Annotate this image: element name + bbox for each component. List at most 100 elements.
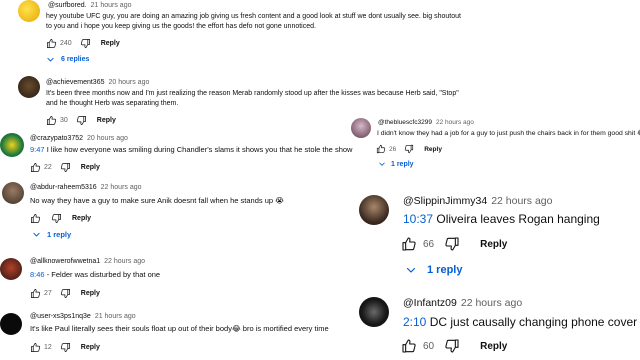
emoji: 😂 — [231, 324, 241, 333]
like-count: 12 — [44, 344, 52, 351]
avatar[interactable] — [359, 195, 389, 225]
comment-time[interactable]: 20 hours ago — [108, 79, 149, 86]
like-icon[interactable] — [30, 213, 41, 224]
chevron-down-icon — [378, 160, 386, 168]
like-icon[interactable] — [30, 342, 41, 353]
like-icon[interactable] — [30, 162, 41, 173]
like-icon[interactable] — [401, 338, 417, 354]
dislike-icon[interactable] — [80, 38, 91, 49]
comment-time[interactable]: 22 hours ago — [104, 258, 145, 265]
comment-text: I didn't know they had a job for a guy t… — [377, 129, 640, 139]
comment-time[interactable]: 21 hours ago — [95, 313, 136, 320]
dislike-icon[interactable] — [444, 338, 460, 354]
comment-meta: @thebluescfc3299 22 hours ago — [378, 119, 474, 126]
comment-actions: 22 Reply — [30, 162, 100, 173]
avatar[interactable] — [18, 76, 40, 98]
view-replies-button[interactable]: 6 replies — [46, 55, 89, 64]
avatar[interactable] — [2, 182, 24, 204]
dislike-icon[interactable] — [51, 213, 62, 224]
avatar[interactable] — [18, 0, 40, 22]
like-count: 240 — [60, 40, 72, 47]
comment-time[interactable]: 22 hours ago — [491, 195, 552, 207]
chevron-down-icon — [405, 264, 417, 276]
like-icon[interactable] — [46, 115, 57, 126]
comment-author[interactable]: @allknowerofwwetna1 — [30, 258, 100, 265]
comment-actions: Reply — [30, 213, 91, 224]
comment-time[interactable]: 22 hours ago — [461, 297, 522, 309]
comment-text: 2:10 DC just causally changing phone cov… — [403, 314, 640, 331]
avatar[interactable] — [0, 258, 22, 280]
comment-text-body: It's like Paul literally sees their soul… — [30, 324, 232, 333]
avatar[interactable] — [351, 118, 371, 138]
comment-text: It's been three months now and I'm just … — [46, 89, 636, 109]
like-icon[interactable] — [401, 236, 417, 252]
comment-author[interactable]: @Infantz09 — [403, 297, 457, 309]
like-icon[interactable] — [376, 144, 386, 154]
view-replies-button[interactable]: 1 reply — [405, 264, 462, 276]
reply-button[interactable]: Reply — [97, 117, 116, 124]
reply-button[interactable]: Reply — [101, 40, 120, 47]
comment-actions: 66 Reply — [401, 236, 507, 252]
reply-button[interactable]: Reply — [480, 341, 507, 352]
comment-actions: 30 Reply — [46, 115, 116, 126]
replies-label: 6 replies — [61, 56, 90, 63]
chevron-down-icon — [32, 230, 41, 239]
reply-button[interactable]: Reply — [72, 215, 91, 222]
comment-actions: 60 Reply — [401, 338, 507, 354]
video-timestamp-link[interactable]: 9:47 — [30, 145, 45, 154]
like-icon[interactable] — [30, 288, 41, 299]
comment-meta: @allknowerofwwetna1 22 hours ago — [30, 258, 145, 265]
replies-label: 1 reply — [391, 160, 414, 168]
video-timestamp-link[interactable]: 10:37 — [403, 212, 433, 226]
reply-button[interactable]: Reply — [81, 290, 100, 297]
comment-text: hey youtube UFC guy, you are doing an am… — [46, 12, 636, 32]
reply-button[interactable]: Reply — [424, 146, 442, 153]
comment-author[interactable]: @achievement365 — [46, 79, 104, 86]
comment-author[interactable]: @surfbored. — [48, 2, 87, 9]
comment-text-line: It's been three months now and I'm just … — [46, 90, 459, 97]
comment-author[interactable]: @abdur-raheem5316 — [30, 184, 97, 191]
video-timestamp-link[interactable]: 8:46 — [30, 270, 45, 279]
comment-text-body: I didn't know they had a job for a guy t… — [377, 130, 636, 137]
comment-meta: @achievement365 20 hours ago — [46, 79, 149, 86]
comment-meta: @abdur-raheem5316 22 hours ago — [30, 184, 142, 191]
avatar[interactable] — [0, 133, 24, 157]
dislike-icon[interactable] — [404, 144, 414, 154]
emoji: 😭 — [275, 196, 284, 205]
comment-text-body: I like how everyone was smiling during C… — [46, 145, 353, 154]
comment-text: 10:37 Oliveira leaves Rogan hanging — [403, 211, 638, 228]
reply-button[interactable]: Reply — [81, 164, 100, 171]
comment-text-body: bro is mortified every time — [240, 324, 329, 333]
avatar[interactable] — [359, 297, 389, 327]
comment-time[interactable]: 20 hours ago — [87, 135, 128, 142]
comment-text: 9:47 I like how everyone was smiling dur… — [30, 145, 360, 156]
comment-actions: 27 Reply — [30, 288, 100, 299]
comment-time[interactable]: 22 hours ago — [436, 119, 474, 126]
dislike-icon[interactable] — [60, 288, 71, 299]
comment-meta: @Infantz09 22 hours ago — [403, 297, 522, 309]
like-count: 30 — [60, 117, 68, 124]
dislike-icon[interactable] — [60, 162, 71, 173]
comment-meta: @surfbored. 21 hours ago — [48, 2, 132, 9]
view-replies-button[interactable]: 1 reply — [32, 230, 71, 239]
comment-author[interactable]: @thebluescfc3299 — [378, 119, 432, 126]
comment-text-body: Oliveira leaves Rogan hanging — [433, 212, 600, 226]
comment-author[interactable]: @user-xs3ps1nq3e — [30, 313, 91, 320]
dislike-icon[interactable] — [60, 342, 71, 353]
like-count: 22 — [44, 164, 52, 171]
comment-author[interactable]: @SlippinJimmy34 — [403, 195, 487, 207]
reply-button[interactable]: Reply — [81, 344, 100, 351]
dislike-icon[interactable] — [444, 236, 460, 252]
avatar[interactable] — [0, 313, 22, 335]
comment-time[interactable]: 21 hours ago — [91, 2, 132, 9]
video-timestamp-link[interactable]: 2:10 — [403, 315, 426, 329]
comment-time[interactable]: 22 hours ago — [101, 184, 142, 191]
comment-actions: 26 Reply — [376, 144, 442, 154]
comment-actions: 240 Reply — [46, 38, 120, 49]
like-icon[interactable] — [46, 38, 57, 49]
view-replies-button[interactable]: 1 reply — [378, 160, 414, 168]
reply-button[interactable]: Reply — [480, 239, 507, 250]
dislike-icon[interactable] — [76, 115, 87, 126]
comment-text-line: to you and i hope you keep giving us the… — [46, 23, 316, 31]
comment-author[interactable]: @crazypato3752 — [30, 135, 83, 142]
